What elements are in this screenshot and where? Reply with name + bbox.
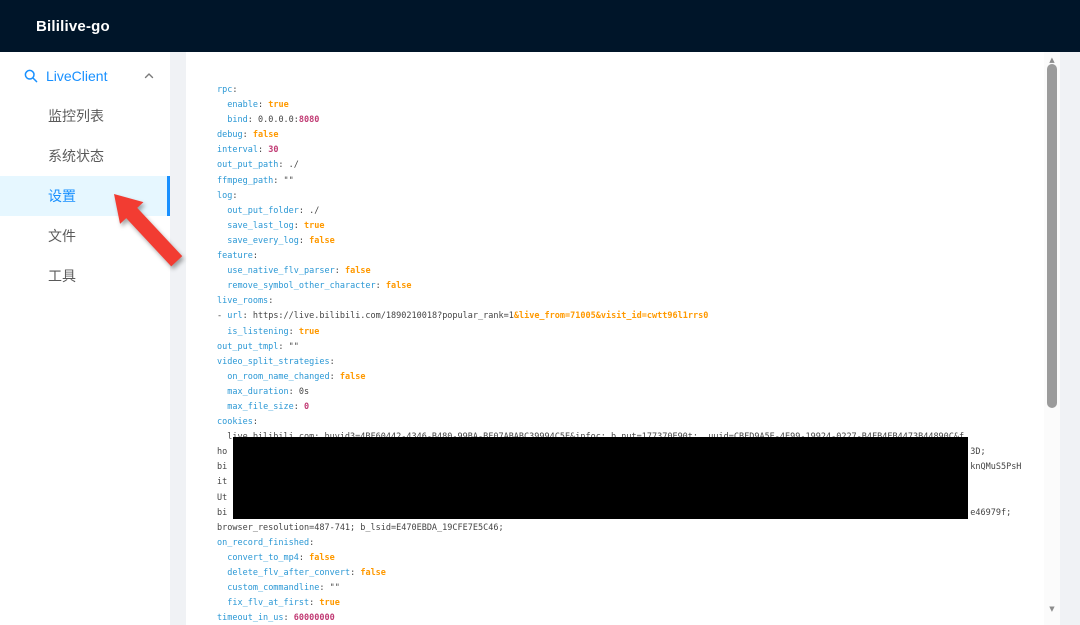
- config-line: rpc:: [217, 83, 1021, 98]
- config-line: is_listening: true: [217, 325, 1021, 340]
- sidebar-menu-list: 监控列表系统状态设置文件工具: [0, 96, 170, 296]
- sidebar-item-settings[interactable]: 设置: [0, 176, 170, 216]
- config-line: save_last_log: true: [217, 219, 1021, 234]
- config-line: remove_symbol_other_character: false: [217, 279, 1021, 294]
- redaction-box: [233, 437, 968, 519]
- config-line: debug: false: [217, 128, 1021, 143]
- main-content: rpc: enable: true bind: 0.0.0.0:8080debu…: [186, 52, 1060, 625]
- sidebar-item-system-status[interactable]: 系统状态: [0, 136, 170, 176]
- scroll-down-arrow-icon[interactable]: ▼: [1044, 603, 1060, 615]
- config-line: out_put_folder: ./: [217, 204, 1021, 219]
- sidebar-menu-liveclient[interactable]: LiveClient: [0, 56, 170, 96]
- config-line: cookies:: [217, 415, 1021, 430]
- app-header: Bililive-go: [0, 0, 1080, 52]
- app-title: Bililive-go: [36, 18, 110, 35]
- scrollbar-thumb[interactable]: [1047, 64, 1057, 408]
- sidebar: LiveClient 监控列表系统状态设置文件工具: [0, 52, 170, 625]
- config-line: log:: [217, 189, 1021, 204]
- chevron-up-icon: [144, 71, 154, 81]
- sidebar-item-files[interactable]: 文件: [0, 216, 170, 256]
- config-line: interval: 30: [217, 143, 1021, 158]
- config-line: browser_resolution=487-741; b_lsid=E470E…: [217, 521, 1021, 536]
- config-line: video_split_strategies:: [217, 355, 1021, 370]
- config-line: use_native_flv_parser: false: [217, 264, 1021, 279]
- config-line: ffmpeg_path: "": [217, 174, 1021, 189]
- config-line: out_put_tmpl: "": [217, 340, 1021, 355]
- config-line: max_duration: 0s: [217, 385, 1021, 400]
- config-line: - url: https://live.bilibili.com/1890210…: [217, 309, 1021, 324]
- config-line: save_every_log: false: [217, 234, 1021, 249]
- config-line: delete_flv_after_convert: false: [217, 566, 1021, 581]
- sidebar-item-tools[interactable]: 工具: [0, 256, 170, 296]
- config-line: bind: 0.0.0.0:8080: [217, 113, 1021, 128]
- config-line: timeout_in_us: 60000000: [217, 611, 1021, 625]
- config-line: live_rooms:: [217, 294, 1021, 309]
- config-line: custom_commandline: "": [217, 581, 1021, 596]
- config-line: fix_flv_at_first: true: [217, 596, 1021, 611]
- sidebar-menu-label: LiveClient: [46, 68, 107, 84]
- config-line: on_room_name_changed: false: [217, 370, 1021, 385]
- config-line: feature:: [217, 249, 1021, 264]
- config-line: enable: true: [217, 98, 1021, 113]
- config-line: convert_to_mp4: false: [217, 551, 1021, 566]
- sidebar-item-monitor-list[interactable]: 监控列表: [0, 96, 170, 136]
- config-line: out_put_path: ./: [217, 158, 1021, 173]
- scrollbar: ▲ ▼: [1044, 52, 1060, 625]
- config-line: max_file_size: 0: [217, 400, 1021, 415]
- config-line: on_record_finished:: [217, 536, 1021, 551]
- config-yaml: rpc: enable: true bind: 0.0.0.0:8080debu…: [217, 83, 1021, 625]
- magnifier-icon: [24, 69, 38, 83]
